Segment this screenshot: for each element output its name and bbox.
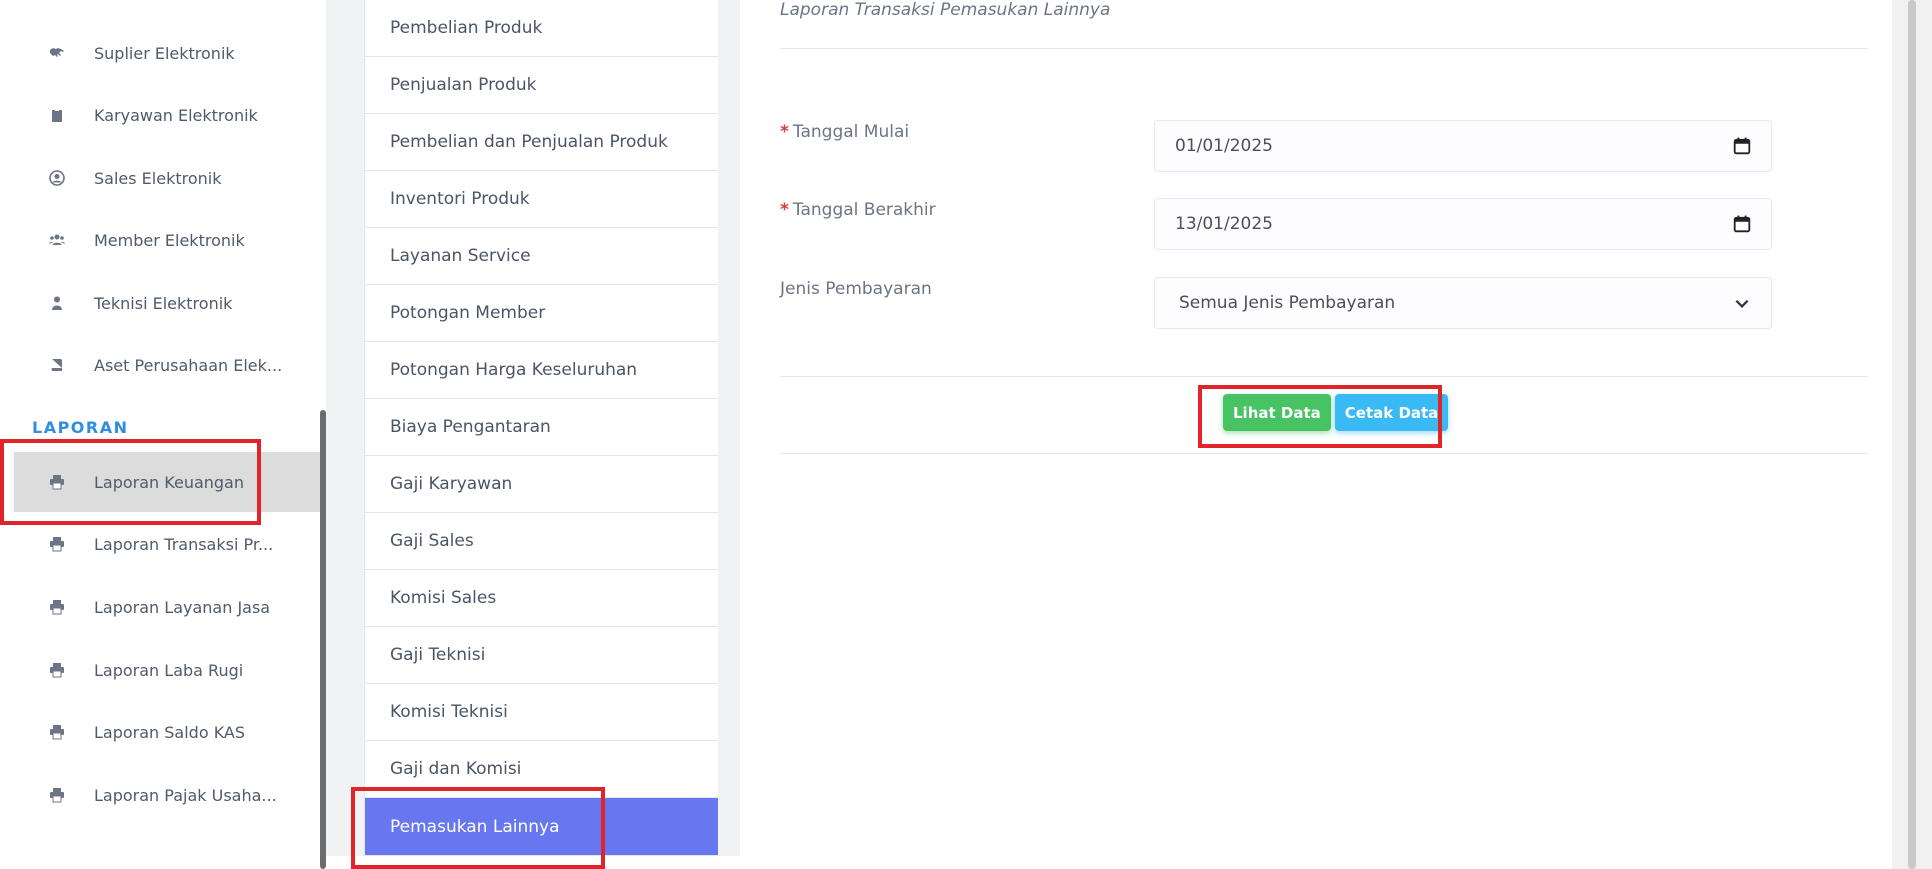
- sidebar-item-member[interactable]: Member Elektronik: [14, 210, 320, 270]
- divider: [780, 48, 1868, 49]
- submenu-item[interactable]: Inventori Produk: [365, 171, 718, 228]
- submenu-item[interactable]: Pembelian Produk: [365, 0, 718, 57]
- divider: [780, 376, 1868, 377]
- sidebar-item-label: Laporan Keuangan: [94, 472, 244, 492]
- sidebar-item-teknisi[interactable]: Teknisi Elektronik: [14, 273, 320, 333]
- page-scrollbar-thumb[interactable]: [1908, 0, 1916, 869]
- user-icon: [44, 294, 70, 312]
- divider: [780, 453, 1868, 454]
- submenu-item[interactable]: Potongan Member: [365, 285, 718, 342]
- submenu-item[interactable]: Penjualan Produk: [365, 57, 718, 114]
- sidebar-item-label: Member Elektronik: [94, 230, 245, 250]
- chevron-down-icon: [1735, 299, 1749, 308]
- submenu-item[interactable]: Gaji Karyawan: [365, 456, 718, 513]
- sidebar-item-label: Sales Elektronik: [94, 168, 222, 188]
- sidebar-item-sales[interactable]: Sales Elektronik: [14, 148, 320, 208]
- user-circle-icon: [44, 169, 70, 187]
- calendar-icon[interactable]: [1733, 215, 1751, 233]
- sidebar-item-label: Laporan Transaksi Pr...: [94, 534, 274, 554]
- end-date-label: * Tanggal Berakhir: [780, 200, 936, 220]
- required-mark: *: [780, 200, 789, 220]
- print-icon: [44, 535, 70, 553]
- page-scrollbar[interactable]: [1892, 0, 1932, 869]
- book-icon: [44, 356, 70, 374]
- sidebar-item-laporan-layanan[interactable]: Laporan Layanan Jasa: [14, 577, 320, 637]
- sidebar-item-laporan-saldo[interactable]: Laporan Saldo KAS: [14, 702, 320, 762]
- submenu-item[interactable]: Komisi Sales: [365, 570, 718, 627]
- submenu-item-pemasukan-lainnya[interactable]: Pemasukan Lainnya: [365, 798, 718, 855]
- print-icon: [44, 473, 70, 491]
- view-data-button[interactable]: Lihat Data: [1223, 394, 1331, 431]
- submenu-item[interactable]: Gaji dan Komisi: [365, 741, 718, 798]
- sidebar-item-label: Laporan Laba Rugi: [94, 660, 244, 680]
- calendar-icon[interactable]: [1733, 137, 1751, 155]
- print-icon: [44, 598, 70, 616]
- handshake-icon: [44, 44, 70, 62]
- sidebar-item-label: Karyawan Elektronik: [94, 105, 258, 125]
- sidebar-item-suplier[interactable]: Suplier Elektronik: [14, 23, 320, 83]
- required-mark: *: [780, 122, 789, 142]
- id-badge-icon: [44, 106, 70, 124]
- print-icon: [44, 661, 70, 679]
- sidebar-section-laporan: LAPORAN: [32, 418, 129, 437]
- submenu-item[interactable]: Gaji Sales: [365, 513, 718, 570]
- sidebar-item-laporan-transaksi[interactable]: Laporan Transaksi Pr...: [14, 514, 320, 574]
- submenu-item[interactable]: Komisi Teknisi: [365, 684, 718, 741]
- sidebar-item-laporan-pajak[interactable]: Laporan Pajak Usaha...: [14, 765, 320, 825]
- sidebar-item-laporan-keuangan[interactable]: Laporan Keuangan: [14, 452, 320, 512]
- form-actions: Lihat Data Cetak Data: [1223, 394, 1449, 431]
- sidebar-item-label: Laporan Saldo KAS: [94, 722, 246, 742]
- end-date-value: 13/01/2025: [1175, 214, 1273, 234]
- submenu-item[interactable]: Potongan Harga Keseluruhan: [365, 342, 718, 399]
- end-date-input[interactable]: 13/01/2025: [1154, 198, 1772, 250]
- payment-type-value: Semua Jenis Pembayaran: [1179, 293, 1396, 313]
- sidebar-item-label: Teknisi Elektronik: [94, 293, 233, 313]
- sidebar-item-label: Suplier Elektronik: [94, 43, 235, 63]
- start-date-label: * Tanggal Mulai: [780, 122, 909, 142]
- submenu-item[interactable]: Pembelian dan Penjualan Produk: [365, 114, 718, 171]
- sidebar-item-aset[interactable]: Aset Perusahaan Elek...: [14, 335, 320, 395]
- start-date-value: 01/01/2025: [1175, 136, 1273, 156]
- start-date-input[interactable]: 01/01/2025: [1154, 120, 1772, 172]
- print-icon: [44, 786, 70, 804]
- report-submenu: Pembelian Produk Penjualan Produk Pembel…: [364, 0, 718, 856]
- payment-type-select[interactable]: Semua Jenis Pembayaran: [1154, 277, 1772, 329]
- sidebar-item-laporan-laba-rugi[interactable]: Laporan Laba Rugi: [14, 640, 320, 700]
- sidebar-item-label: Laporan Pajak Usaha...: [94, 785, 277, 805]
- start-date-label-text: Tanggal Mulai: [792, 122, 910, 142]
- sidebar-item-karyawan[interactable]: Karyawan Elektronik: [14, 85, 320, 145]
- sidebar-item-label: Laporan Layanan Jasa: [94, 597, 271, 617]
- sidebar: Suplier Elektronik Karyawan Elektronik S…: [0, 0, 326, 869]
- payment-type-label: Jenis Pembayaran: [780, 279, 932, 299]
- end-date-label-text: Tanggal Berakhir: [792, 200, 936, 220]
- print-data-button[interactable]: Cetak Data: [1334, 394, 1449, 431]
- users-icon: [44, 231, 70, 249]
- submenu-item[interactable]: Gaji Teknisi: [365, 627, 718, 684]
- submenu-item[interactable]: Biaya Pengantaran: [365, 399, 718, 456]
- sidebar-item-label: Aset Perusahaan Elek...: [94, 355, 283, 375]
- print-icon: [44, 723, 70, 741]
- submenu-item[interactable]: Layanan Service: [365, 228, 718, 285]
- report-form-panel: Laporan Transaksi Pemasukan Lainnya * Tan…: [740, 0, 1892, 856]
- panel-title: Laporan Transaksi Pemasukan Lainnya: [780, 0, 1111, 20]
